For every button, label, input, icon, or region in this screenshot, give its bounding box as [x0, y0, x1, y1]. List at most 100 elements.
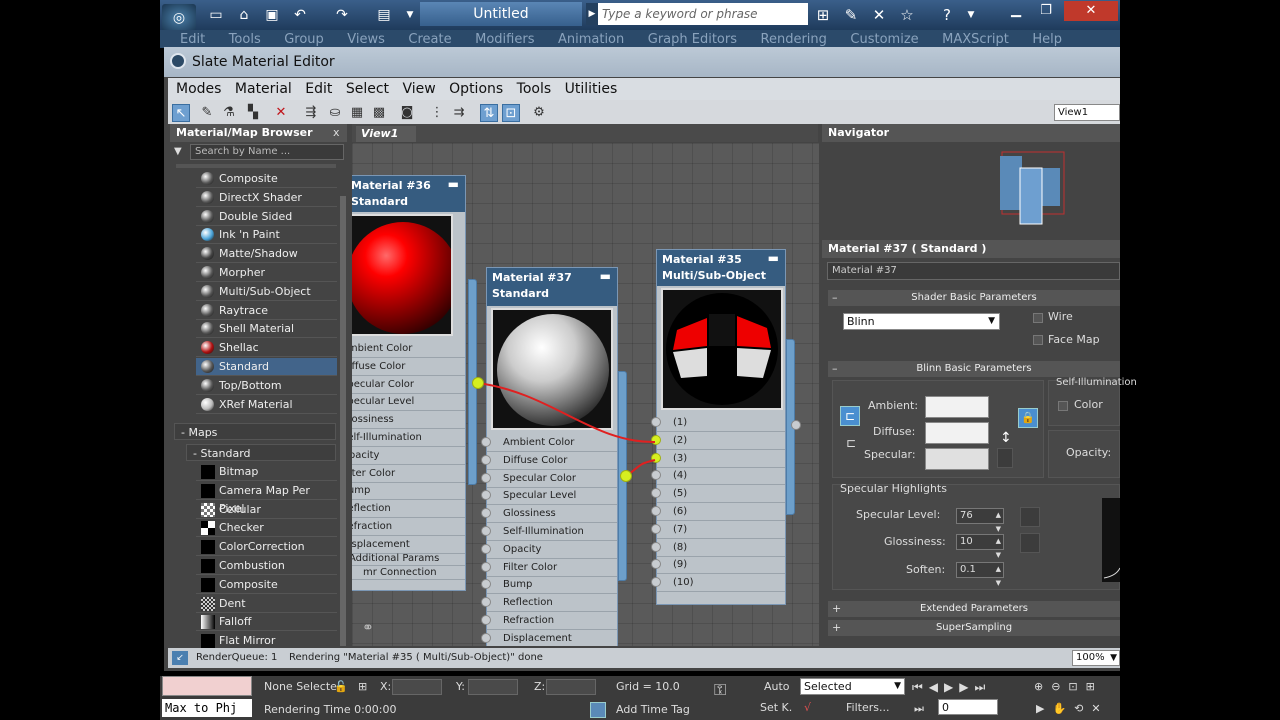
material-name-field[interactable]: Material #37: [827, 262, 1120, 280]
tab-view1[interactable]: View1: [356, 126, 416, 142]
assign-material-icon[interactable]: ▚: [244, 104, 262, 122]
y-coordinate-field[interactable]: [468, 679, 518, 695]
blinn-basic-parameters-rollout[interactable]: – Blinn Basic Parameters: [828, 361, 1120, 377]
glossiness-map-button[interactable]: [1020, 533, 1040, 553]
menu-customize[interactable]: Customize: [850, 32, 918, 47]
soften-spinner[interactable]: 0.1 ▲ ▼: [956, 562, 1004, 587]
node-view-canvas[interactable]: Material #36 Standard ▬ Ambient ColorDif…: [352, 143, 819, 646]
map-item[interactable]: Bitmap: [196, 463, 337, 481]
wire-checkbox[interactable]: [1033, 313, 1043, 323]
ambient-color-swatch[interactable]: [925, 396, 989, 418]
help-dropdown-icon[interactable]: ▼: [960, 4, 982, 26]
lock-diffuse-specular-icon[interactable]: ⊏: [842, 436, 860, 452]
menu-options[interactable]: Options: [449, 81, 503, 97]
browser-close-icon[interactable]: x: [333, 124, 345, 142]
lock-icon[interactable]: 🔒: [1018, 408, 1038, 428]
delete-selected-icon[interactable]: ✕: [272, 104, 290, 122]
viewport-nav-icons-2[interactable]: ▶✋⟲✕: [1036, 699, 1109, 719]
set-key-curve-icon[interactable]: √: [804, 698, 811, 718]
zoom-dropdown[interactable]: 100% ▼: [1072, 650, 1120, 666]
shader-type-dropdown[interactable]: Blinn ▼: [843, 313, 1000, 330]
time-tag-icon[interactable]: [590, 702, 606, 718]
view-select-dropdown[interactable]: View1: [1054, 104, 1120, 121]
redo-icon[interactable]: ↷: [332, 6, 352, 24]
material-item[interactable]: Morpher: [196, 264, 337, 282]
material-item[interactable]: Double Sided: [196, 208, 337, 226]
open-file-icon[interactable]: ⌂: [234, 6, 254, 24]
menu-group[interactable]: Group: [284, 32, 324, 47]
material-item[interactable]: Multi/Sub-Object: [196, 283, 337, 301]
menu-modes[interactable]: Modes: [176, 81, 221, 97]
render-queue-icon[interactable]: ↙: [172, 651, 188, 665]
browser-scrollbar[interactable]: [340, 196, 346, 646]
menu-select[interactable]: Select: [346, 81, 389, 97]
diffuse-color-swatch[interactable]: [925, 422, 989, 444]
show-map-in-viewport-icon[interactable]: ▦: [348, 104, 366, 122]
quick-access-dropdown-icon[interactable]: ▼: [400, 6, 420, 24]
navigator-panel[interactable]: [822, 142, 1120, 236]
map-item[interactable]: Camera Map Per Pixel: [196, 482, 337, 515]
key-filter-dropdown[interactable]: Selected ▼: [800, 678, 905, 695]
app-logo-icon[interactable]: ◎: [162, 4, 196, 32]
key-icon[interactable]: ⚿: [714, 680, 726, 700]
maxscript-listener-output[interactable]: [162, 676, 252, 696]
maxscript-input[interactable]: Max to Phj: [162, 699, 252, 717]
put-to-scene-icon[interactable]: ⚗: [220, 104, 238, 122]
map-item[interactable]: Composite: [196, 576, 337, 594]
new-file-icon[interactable]: ▭: [206, 6, 226, 24]
map-item[interactable]: Cellular: [196, 501, 337, 519]
menu-view[interactable]: View: [402, 81, 435, 97]
map-item[interactable]: Checker: [196, 519, 337, 538]
playback-controls[interactable]: ⏮◀▶▶⏭: [912, 677, 991, 697]
find-binoculars-icon[interactable]: ⚭: [362, 620, 378, 636]
minimize-icon[interactable]: ▁: [1002, 1, 1030, 21]
menu-maxscript[interactable]: MAXScript: [942, 32, 1009, 47]
menu-help[interactable]: Help: [1032, 32, 1062, 47]
close-window-icon[interactable]: ✕: [1064, 1, 1118, 21]
selection-lock-icon[interactable]: 🔓: [334, 677, 348, 697]
key-filters-button[interactable]: Filters...: [846, 698, 889, 718]
project-folder-icon[interactable]: ▤: [374, 6, 394, 24]
select-tool-icon[interactable]: ↖: [172, 104, 190, 122]
favorites-star-icon[interactable]: ☆: [896, 4, 918, 26]
spinner-arrows-icon[interactable]: ▲ ▼: [996, 534, 1001, 562]
menu-modifiers[interactable]: Modifiers: [475, 32, 534, 47]
pick-material-icon[interactable]: ✎: [198, 104, 216, 122]
current-frame-field[interactable]: 0: [938, 699, 998, 715]
material-item[interactable]: Standard: [196, 358, 337, 376]
set-key-button[interactable]: Set K.: [760, 698, 792, 718]
shader-basic-parameters-rollout[interactable]: – Shader Basic Parameters: [828, 290, 1120, 306]
lock-ambient-diffuse-icon[interactable]: ⊏: [840, 406, 860, 426]
map-item[interactable]: ColorCorrection: [196, 538, 337, 557]
material-item[interactable]: Composite: [196, 170, 337, 188]
z-coordinate-field[interactable]: [546, 679, 596, 695]
glossiness-spinner[interactable]: 10 ▲ ▼: [956, 534, 1004, 559]
layout-all-icon[interactable]: ⋮: [428, 104, 446, 122]
map-item[interactable]: Falloff: [196, 613, 337, 632]
menu-material[interactable]: Material: [235, 81, 292, 97]
supersampling-rollout[interactable]: + SuperSampling: [828, 620, 1120, 636]
map-item[interactable]: Dent: [196, 595, 337, 613]
menu-graph-editors[interactable]: Graph Editors: [648, 32, 737, 47]
browser-options-icon[interactable]: ▼: [174, 146, 188, 158]
browser-toggle-icon[interactable]: ⊡: [502, 104, 520, 122]
material-item[interactable]: DirectX Shader: [196, 189, 337, 207]
menu-edit[interactable]: Edit: [305, 81, 332, 97]
help-icon[interactable]: ?: [936, 4, 958, 26]
spinner-arrows-icon[interactable]: ▲ ▼: [996, 562, 1001, 590]
specular-level-spinner[interactable]: 76 ▲ ▼: [956, 508, 1004, 533]
output-socket[interactable]: [620, 470, 632, 482]
menu-utilities[interactable]: Utilities: [565, 81, 618, 97]
layout-children-icon[interactable]: ⇉: [450, 104, 468, 122]
parameter-editor-toggle-icon[interactable]: ⇅: [480, 104, 498, 122]
menu-create[interactable]: Create: [408, 32, 451, 47]
save-file-icon[interactable]: ▣: [262, 6, 282, 24]
auto-key-button[interactable]: Auto: [764, 677, 790, 697]
subscription-icon[interactable]: ✎: [840, 4, 862, 26]
maximize-icon[interactable]: ❐: [1032, 1, 1060, 21]
material-item[interactable]: Shell Material: [196, 320, 337, 339]
absolute-mode-icon[interactable]: ⊞: [358, 677, 367, 697]
standard-group-header[interactable]: - Standard: [186, 444, 336, 461]
material-item[interactable]: Top/Bottom: [196, 377, 337, 395]
extended-parameters-rollout[interactable]: + Extended Parameters: [828, 601, 1120, 617]
